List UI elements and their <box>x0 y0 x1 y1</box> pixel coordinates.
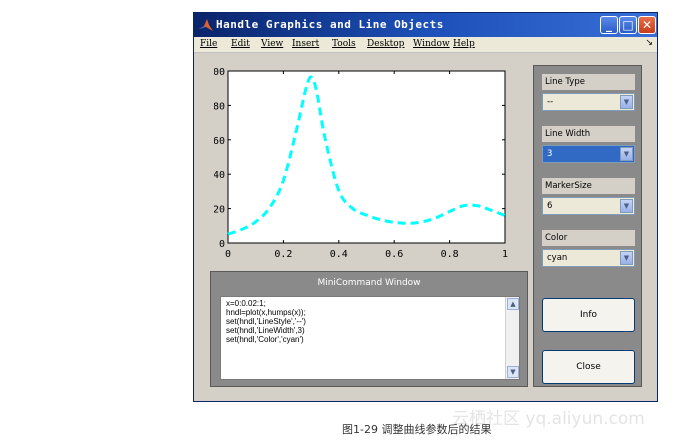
chevron-down-icon[interactable]: ▼ <box>620 199 633 213</box>
matlab-logo-icon <box>199 19 213 31</box>
command-line: set(hndl,'LineStyle','--') <box>226 317 306 326</box>
close-button[interactable]: Close <box>542 350 635 384</box>
mini-command-panel: MiniCommand Window x=0:0.02:1; hndl=plot… <box>210 271 528 387</box>
menu-insert[interactable]: Insert <box>292 39 319 49</box>
scroll-down-icon[interactable]: ▼ <box>507 366 519 378</box>
marker-size-value: 6 <box>547 201 553 211</box>
minimize-button[interactable]: _ <box>600 16 618 34</box>
menu-desktop[interactable]: Desktop <box>367 39 404 49</box>
menu-overflow-icon[interactable]: ↘ <box>645 38 653 48</box>
figure-caption: 图1-29 调整曲线参数后的结果 <box>342 423 492 436</box>
scroll-up-icon[interactable]: ▲ <box>507 298 519 310</box>
chevron-down-icon[interactable]: ▼ <box>620 95 633 109</box>
line-type-label: Line Type <box>542 74 635 90</box>
figure-window: Handle Graphics and Line Objects _ □ ✕ F… <box>193 12 658 402</box>
chevron-down-icon[interactable]: ▼ <box>620 147 633 161</box>
command-line: x=0:0.02:1; <box>226 299 266 308</box>
plot-axes[interactable]: 0 0.2 0.4 0.6 0.8 1 0 20 40 60 80 100 <box>214 67 514 262</box>
menu-file[interactable]: File <box>200 39 217 49</box>
command-scrollbar[interactable]: ▲ ▼ <box>505 297 519 379</box>
command-line: set(hndl,'Color','cyan') <box>226 335 304 344</box>
x-tick-label: 0 <box>225 249 231 260</box>
y-tick-label: 60 <box>214 136 225 147</box>
menu-edit[interactable]: Edit <box>231 39 250 49</box>
plot-area <box>227 70 506 244</box>
color-label: Color <box>542 230 635 246</box>
menu-window[interactable]: Window <box>413 39 450 49</box>
y-tick-label: 80 <box>214 101 225 112</box>
menu-help[interactable]: Help <box>453 39 475 49</box>
menu-tools[interactable]: Tools <box>332 39 356 49</box>
x-tick-label: 1 <box>502 249 508 260</box>
maximize-button[interactable]: □ <box>619 16 637 34</box>
color-value: cyan <box>547 253 568 263</box>
line-width-value: 3 <box>547 149 553 159</box>
window-title: Handle Graphics and Line Objects <box>216 18 444 31</box>
command-line: hndl=plot(x,humps(x)); <box>226 308 306 317</box>
menu-bar: File Edit View Insert Tools Desktop Wind… <box>194 37 657 53</box>
line-type-value: -- <box>547 97 554 107</box>
command-text-box[interactable]: x=0:0.02:1; hndl=plot(x,humps(x)); set(h… <box>220 296 520 380</box>
line-type-select[interactable]: -- ▼ <box>542 93 635 111</box>
y-tick-label: 100 <box>214 67 225 78</box>
command-window-title: MiniCommand Window <box>317 278 421 288</box>
title-bar[interactable]: Handle Graphics and Line Objects _ □ ✕ <box>194 13 657 37</box>
x-tick-label: 0.4 <box>330 249 348 260</box>
line-width-select[interactable]: 3 ▼ <box>542 145 635 163</box>
y-tick-label: 40 <box>214 170 225 181</box>
control-panel: Line Type -- ▼ Line Width 3 ▼ MarkerSize… <box>533 65 642 387</box>
menu-view[interactable]: View <box>261 39 283 49</box>
x-tick-label: 0.6 <box>385 249 403 260</box>
y-tick-label: 20 <box>214 205 225 216</box>
marker-size-select[interactable]: 6 ▼ <box>542 197 635 215</box>
x-tick-label: 0.8 <box>441 249 459 260</box>
page: Handle Graphics and Line Objects _ □ ✕ F… <box>0 0 690 443</box>
line-width-label: Line Width <box>542 126 635 142</box>
chevron-down-icon[interactable]: ▼ <box>620 251 633 265</box>
y-tick-label: 0 <box>219 239 225 250</box>
command-line: set(hndl,'LineWidth',3) <box>226 326 305 335</box>
marker-size-label: MarkerSize <box>542 178 635 194</box>
info-button[interactable]: Info <box>542 298 635 332</box>
color-select[interactable]: cyan ▼ <box>542 249 635 267</box>
x-tick-label: 0.2 <box>274 249 292 260</box>
close-window-button[interactable]: ✕ <box>638 16 656 34</box>
command-lines: x=0:0.02:1; hndl=plot(x,humps(x)); set(h… <box>226 299 306 344</box>
